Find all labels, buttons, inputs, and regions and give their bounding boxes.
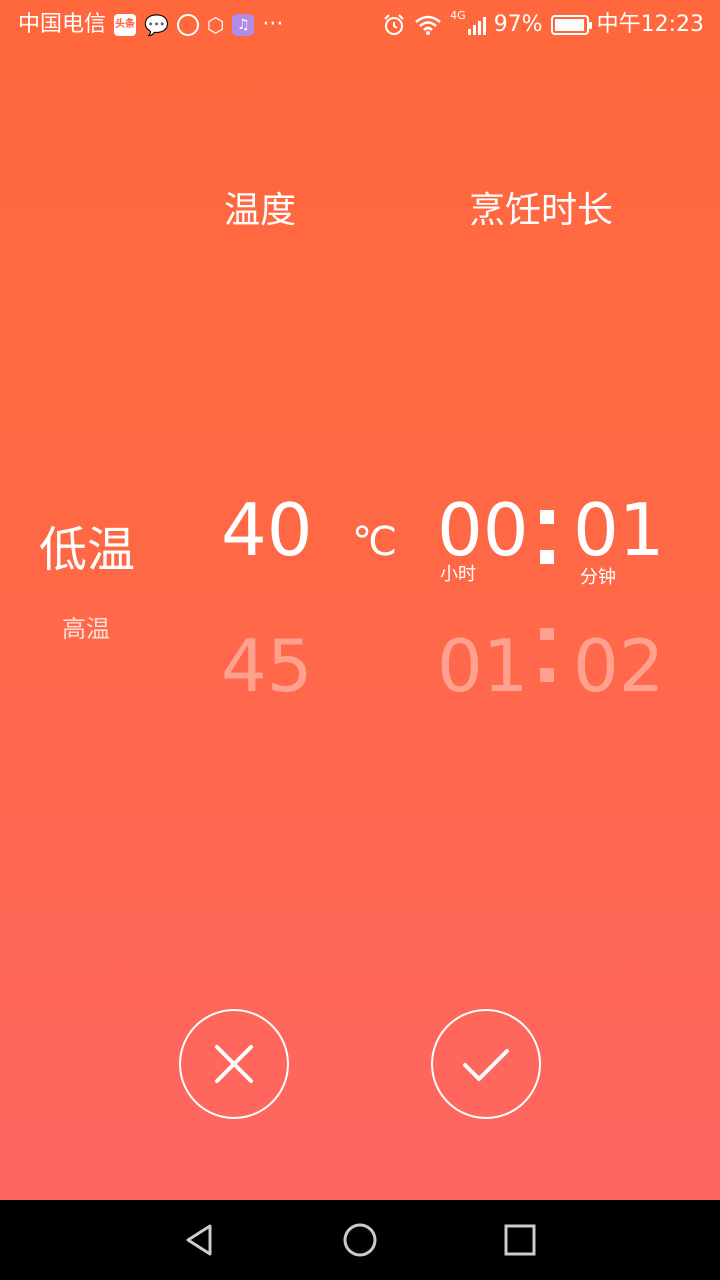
music-notification-icon: ♫ [232,14,255,36]
time-separator-dim [540,628,554,688]
alarm-icon [384,14,404,35]
temperature-unit: ℃ [352,519,397,565]
hexagon-notification-icon: ⬡ [206,13,225,37]
status-bar: 中国电信 头条 💬 ⬡ ♫ ··· 4G 97% 中午12:23 [0,0,720,50]
home-circle-icon[interactable] [340,1220,380,1260]
cancel-button[interactable] [179,1009,289,1119]
cooking-settings-screen: 中国电信 头条 💬 ⬡ ♫ ··· 4G 97% 中午12:23 温度 烹饪时长… [0,0,720,1200]
hour-unit-label: 小时 [440,564,476,585]
more-notifications-icon: ··· [262,12,284,37]
toutiao-notification-icon: 头条 [114,14,137,36]
battery-percent: 97% [493,12,543,37]
check-icon [463,1049,509,1081]
recents-square-icon[interactable] [500,1220,540,1260]
navigation-bar [0,1200,720,1280]
back-triangle-icon[interactable] [180,1220,220,1260]
wifi-icon [415,15,441,35]
network-type-label: 4G [450,9,466,22]
carrier-name: 中国电信 [18,12,107,37]
cooking-duration-header: 烹饪时长 [469,190,614,231]
status-bar-left: 中国电信 头条 💬 ⬡ ♫ ··· [18,0,283,50]
status-bar-right: 4G 97% 中午12:23 [382,0,704,50]
wechat-notification-icon: 💬 [144,13,169,37]
temperature-header: 温度 [224,190,297,231]
hour-value-selected[interactable]: 00 [437,490,529,570]
clock: 中午12:23 [596,12,704,37]
minute-unit-label: 分钟 [580,567,616,588]
mode-option-selected[interactable]: 低温 [39,520,135,580]
temperature-value-selected[interactable]: 40 [221,490,313,570]
confirm-button[interactable] [431,1009,541,1119]
battery-icon [550,15,592,35]
time-separator [540,510,554,570]
app-notification-icon [176,14,199,36]
close-icon [215,1045,253,1083]
signal-strength-icon [467,15,486,35]
temperature-value-next[interactable]: 45 [221,626,313,706]
minute-value-selected[interactable]: 01 [573,490,665,570]
minute-value-next[interactable]: 02 [573,626,665,706]
mode-option-next[interactable]: 高温 [62,612,110,646]
hour-value-next[interactable]: 01 [437,626,529,706]
